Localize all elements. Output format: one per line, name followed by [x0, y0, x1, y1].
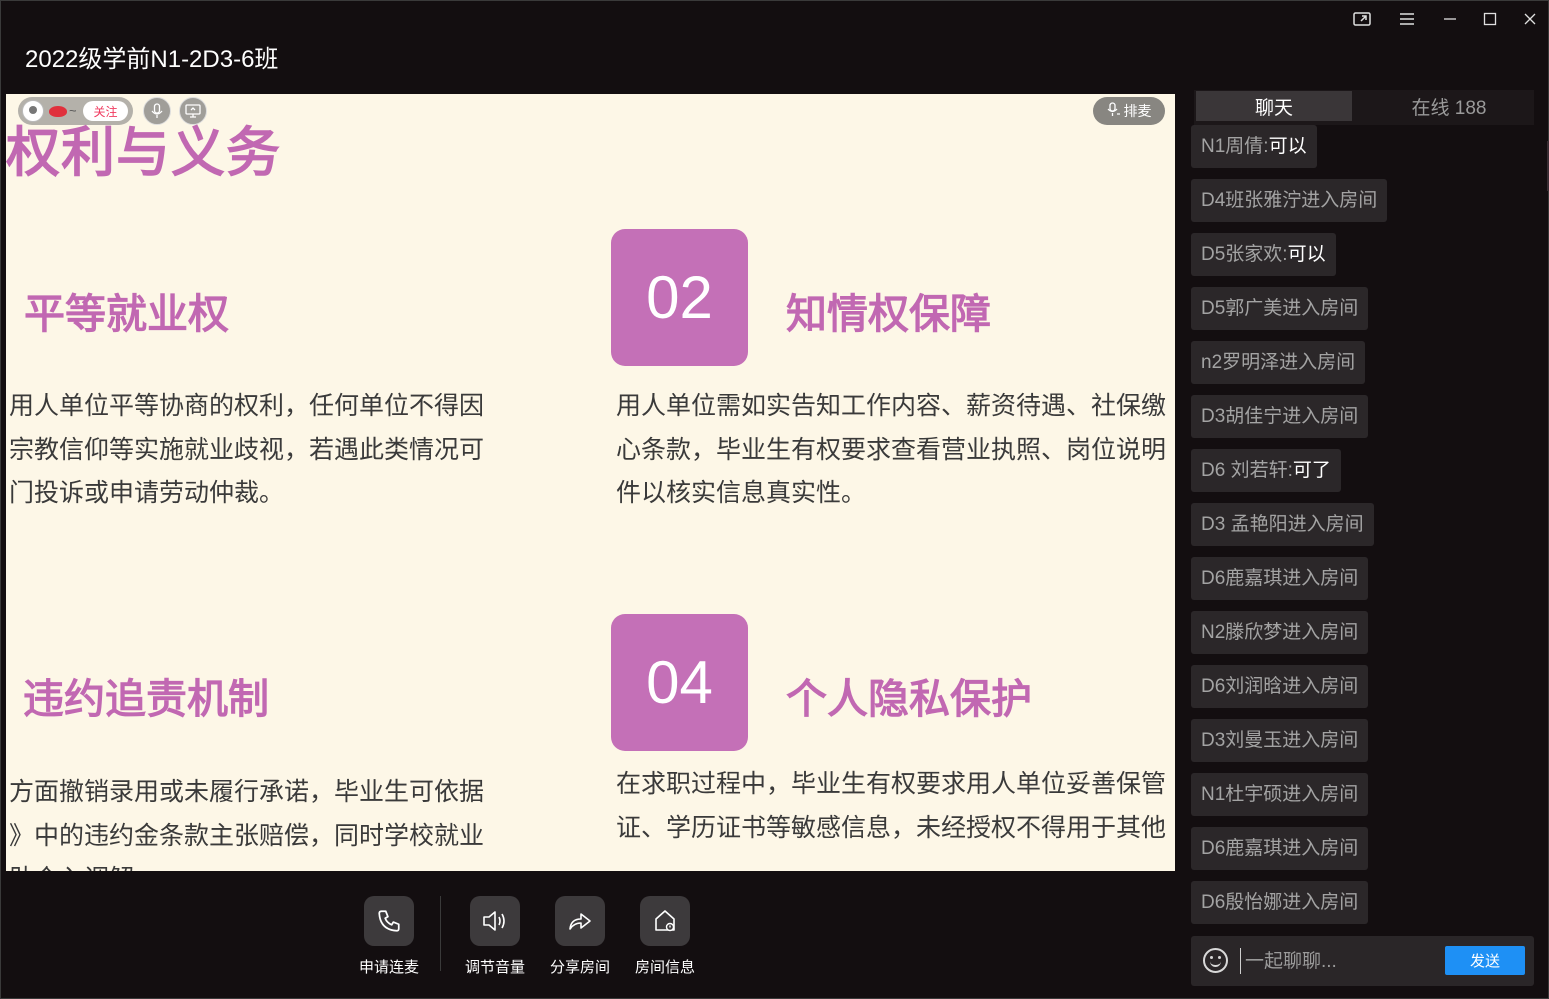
list-item: D3 孟艳阳 进入房间 [1191, 503, 1374, 546]
phone-icon[interactable] [364, 896, 414, 946]
list-item: D5郭广美 进入房间 [1191, 287, 1369, 330]
speaker-icon[interactable] [470, 896, 520, 946]
share-room-button[interactable]: 分享房间 [540, 896, 620, 977]
list-item: D3刘曼玉 进入房间 [1191, 719, 1369, 762]
section-heading: 违约追责机制 [23, 676, 269, 722]
list-item: D6殷怡娜 进入房间 [1191, 881, 1369, 924]
host-info-pill: ~ 关注 [18, 97, 133, 125]
list-item: D6刘润晗 进入房间 [1191, 665, 1369, 708]
message-user: D5张家欢: [1201, 244, 1288, 265]
share-room-label: 分享房间 [549, 959, 610, 976]
message-text: 进入房间 [1287, 514, 1364, 535]
message-text: 进入房间 [1282, 676, 1359, 697]
list-item: N1杜宇硕 进入房间 [1191, 773, 1369, 816]
share-icon[interactable] [555, 896, 605, 946]
adjust-volume-button[interactable]: 调节音量 [455, 896, 535, 977]
chat-input[interactable] [1243, 944, 1437, 980]
chat-input-bar: 发送 [1191, 936, 1534, 986]
message-user: N2滕欣梦 [1201, 622, 1283, 643]
picture-in-picture-icon[interactable] [1350, 9, 1374, 29]
tab-online[interactable]: 在线 188 [1374, 91, 1524, 121]
app-window: 2022级学前N1-2D3-6班 权利与义务 平等就业权 用人单位平等协商的权利… [0, 0, 1549, 999]
toolbar-divider [440, 896, 441, 971]
list-item: N1周倩: 可以 [1191, 125, 1317, 168]
room-info-label: 房间信息 [634, 959, 695, 976]
list-item: D3胡佳宁 进入房间 [1191, 395, 1369, 438]
section-heading: 平等就业权 [24, 291, 229, 337]
window-title: 2022级学前N1-2D3-6班 [25, 46, 279, 73]
message-user: D3刘曼玉 [1201, 730, 1283, 751]
message-user: N1杜宇硕 [1201, 784, 1283, 805]
message-text: 进入房间 [1301, 190, 1378, 211]
mic-queue-icon [1107, 102, 1121, 120]
minimize-icon[interactable] [1438, 9, 1462, 29]
house-info-icon[interactable] [640, 896, 690, 946]
section-text: 用人单位需如实告知工作内容、薪资待遇、社保缴 心条款，毕业生有权要求查看营业执照… [616, 392, 1167, 507]
section-heading: 个人隐私保护 [786, 676, 1032, 722]
message-user: D3胡佳宁 [1201, 406, 1283, 427]
message-user: D6鹿嘉琪 [1201, 568, 1283, 589]
close-icon[interactable] [1518, 9, 1542, 29]
list-item: N2滕欣梦 进入房间 [1191, 611, 1369, 654]
chat-message-list[interactable]: N1周倩: 可以 D4班张雅泞 进入房间 D5张家欢: 可以 D5郭广美 进入房… [1191, 125, 1536, 931]
lips-icon [49, 106, 67, 117]
message-user: D6 刘若轩: [1201, 460, 1293, 481]
section-text: 在求职过程中，毕业生有权要求用人单位妥善保管 证、学历证书等敏感信息，未经授权不… [616, 770, 1167, 842]
list-item: D4班张雅泞 进入房间 [1191, 179, 1388, 222]
section-text: 用人单位平等协商的权利，任何单位不得因 宗教信仰等实施就业歧视，若遇此类情况可 … [9, 392, 485, 507]
room-info-button[interactable]: 房间信息 [625, 896, 705, 977]
send-button[interactable]: 发送 [1445, 946, 1525, 975]
message-text: 进入房间 [1282, 892, 1359, 913]
message-text: 进入房间 [1282, 784, 1359, 805]
list-item: D6 刘若轩: 可了 [1191, 449, 1341, 492]
emoji-icon[interactable] [1203, 948, 1228, 973]
maximize-icon[interactable] [1478, 9, 1502, 29]
message-text: 进入房间 [1282, 622, 1359, 643]
message-text: 进入房间 [1282, 568, 1359, 589]
message-text: 进入房间 [1282, 298, 1359, 319]
message-text: 进入房间 [1282, 730, 1359, 751]
tilde-text: ~ [69, 103, 77, 118]
message-text: 可以 [1287, 244, 1326, 265]
queue-mic-label: 排麦 [1123, 103, 1152, 119]
message-user: D5郭广美 [1201, 298, 1283, 319]
adjust-volume-label: 调节音量 [464, 959, 525, 976]
list-item: D6鹿嘉琪 进入房间 [1191, 827, 1369, 870]
list-item: n2罗明泽 进入房间 [1191, 341, 1366, 384]
hamburger-menu-icon[interactable] [1395, 9, 1419, 29]
message-text: 可以 [1268, 136, 1307, 157]
message-user: D4班张雅泞 [1201, 190, 1302, 211]
screen-share-icon[interactable] [179, 97, 207, 125]
message-user: N1周倩: [1201, 136, 1269, 157]
message-user: D6殷怡娜 [1201, 892, 1283, 913]
host-avatar[interactable] [22, 100, 44, 122]
title-bar: 2022级学前N1-2D3-6班 [1, 1, 1548, 89]
message-text: 进入房间 [1282, 838, 1359, 859]
message-text: 可了 [1292, 460, 1331, 481]
follow-button[interactable]: 关注 [83, 101, 128, 121]
list-item: D5张家欢: 可以 [1191, 233, 1336, 276]
message-user: D3 孟艳阳 [1201, 514, 1288, 535]
chat-tabs: 聊天 在线 188 [1194, 90, 1534, 125]
message-text: 进入房间 [1282, 406, 1359, 427]
list-item: D6鹿嘉琪 进入房间 [1191, 557, 1369, 600]
queue-mic-button[interactable]: 排麦 [1093, 97, 1165, 125]
apply-mic-label: 申请连麦 [358, 959, 419, 976]
text-caret [1240, 948, 1241, 974]
tab-chat[interactable]: 聊天 [1196, 91, 1352, 121]
presentation-stage: 权利与义务 平等就业权 用人单位平等协商的权利，任何单位不得因 宗教信仰等实施就… [6, 94, 1175, 871]
message-text: 进入房间 [1279, 352, 1356, 373]
section-number-badge: 02 [611, 229, 748, 366]
message-user: D6鹿嘉琪 [1201, 838, 1283, 859]
section-text: 方面撤销录用或未履行承诺，毕业生可依据 》中的违约金条款主张赔偿，同时学校就业 … [9, 778, 485, 871]
section-heading: 知情权保障 [786, 291, 991, 337]
section-number-badge: 04 [611, 614, 748, 751]
apply-mic-button[interactable]: 申请连麦 [349, 896, 429, 977]
microphone-icon[interactable] [143, 97, 171, 125]
message-user: n2罗明泽 [1201, 352, 1280, 373]
message-user: D6刘润晗 [1201, 676, 1283, 697]
